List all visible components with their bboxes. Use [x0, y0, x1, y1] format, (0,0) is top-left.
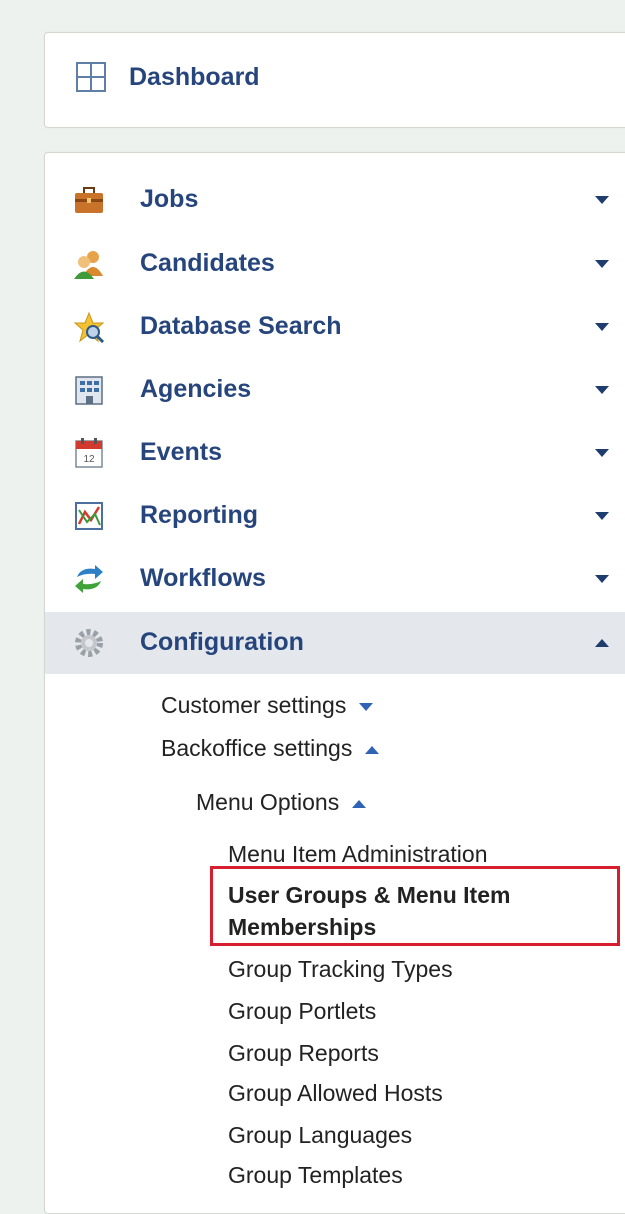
chevron-down-icon: [595, 196, 609, 204]
dashboard-label: Dashboard: [129, 62, 260, 91]
gear-icon: [75, 629, 103, 657]
customer-settings-label: Customer settings: [161, 692, 347, 718]
menu-item-database-search[interactable]: Database Search: [45, 296, 625, 358]
building-icon: [75, 376, 103, 405]
submenu-backoffice-settings[interactable]: Backoffice settings: [161, 735, 380, 763]
star-search-icon: [73, 311, 105, 343]
dashboard-panel: Dashboard: [44, 32, 625, 128]
menu-item-reporting[interactable]: Reporting: [45, 485, 625, 547]
chevron-down-icon: [595, 386, 609, 394]
group-templates-link[interactable]: Group Templates: [228, 1162, 403, 1189]
menu-label-reporting: Reporting: [140, 501, 259, 529]
chevron-down-icon: [359, 703, 374, 712]
backoffice-settings-label: Backoffice settings: [161, 735, 353, 761]
chart-icon: [75, 502, 103, 530]
briefcase-icon: [75, 187, 103, 213]
menu-item-workflows[interactable]: Workflows: [45, 548, 625, 610]
chevron-down-icon: [595, 512, 609, 520]
people-icon: [74, 251, 103, 279]
menu-item-configuration[interactable]: Configuration: [45, 612, 625, 674]
svg-text:12: 12: [83, 454, 95, 465]
chevron-down-icon: [595, 575, 609, 583]
chevron-up-icon: [352, 800, 367, 809]
submenu-menu-options[interactable]: Menu Options: [196, 789, 367, 817]
menu-options-label: Menu Options: [196, 789, 340, 815]
calendar-icon: 12: [75, 438, 103, 468]
chevron-down-icon: [595, 260, 609, 268]
menu-label-events: Events: [140, 438, 222, 466]
chevron-down-icon: [595, 449, 609, 457]
group-tracking-types-link[interactable]: Group Tracking Types: [228, 956, 453, 983]
group-languages-link[interactable]: Group Languages: [228, 1122, 412, 1149]
menu-item-jobs[interactable]: Jobs: [45, 169, 625, 231]
group-portlets-link[interactable]: Group Portlets: [228, 998, 376, 1025]
dashboard-link[interactable]: Dashboard: [75, 57, 260, 97]
workflow-arrows-icon: [75, 565, 103, 593]
menu-label-workflows: Workflows: [140, 564, 266, 592]
menu-label-agencies: Agencies: [140, 375, 252, 403]
group-reports-link[interactable]: Group Reports: [228, 1040, 379, 1067]
user-groups-link-continued[interactable]: Memberships: [228, 912, 376, 942]
user-groups-link[interactable]: User Groups & Menu Item: [228, 880, 510, 910]
menu-item-events[interactable]: 12 Events: [45, 422, 625, 484]
group-allowed-hosts-link[interactable]: Group Allowed Hosts: [228, 1080, 443, 1107]
menu-item-agencies[interactable]: Agencies: [45, 359, 625, 421]
menu-item-candidates[interactable]: Candidates: [45, 233, 625, 295]
menu-label-configuration: Configuration: [140, 628, 304, 656]
submenu-customer-settings[interactable]: Customer settings: [161, 692, 374, 720]
menu-item-administration-link[interactable]: Menu Item Administration: [228, 841, 488, 868]
chevron-down-icon: [595, 323, 609, 331]
dashboard-grid-icon: [76, 62, 106, 92]
menu-label-database-search: Database Search: [140, 312, 342, 340]
menu-label-jobs: Jobs: [140, 185, 199, 213]
chevron-up-icon: [595, 639, 609, 647]
menu-label-candidates: Candidates: [140, 249, 275, 277]
chevron-up-icon: [365, 746, 380, 755]
